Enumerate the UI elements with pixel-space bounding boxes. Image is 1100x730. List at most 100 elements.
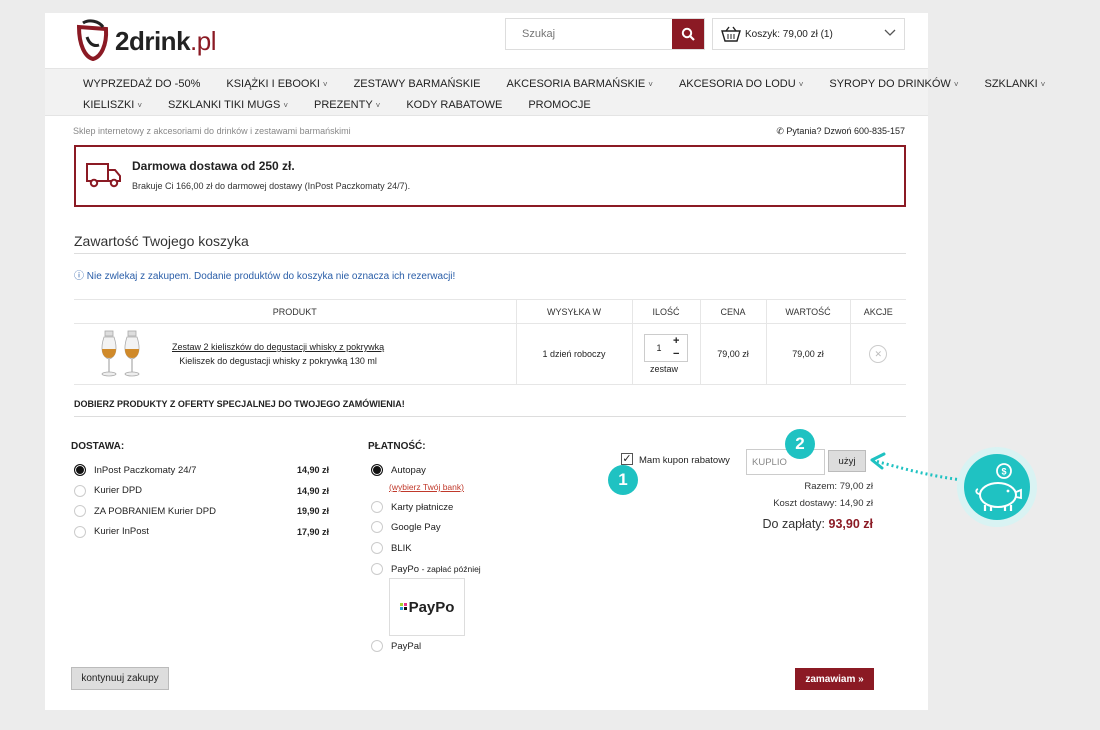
total-label: Do zapłaty:	[762, 517, 826, 531]
radio-button[interactable]	[371, 542, 383, 554]
radio-button[interactable]	[371, 464, 383, 476]
remove-item-icon[interactable]: ✕	[869, 345, 888, 363]
radio-button[interactable]	[74, 464, 86, 476]
delivery-option[interactable]: InPost Paczkomaty 24/7	[74, 464, 196, 476]
nav-item-label: WYPRZEDAŻ DO -50%	[83, 77, 201, 90]
payment-option-paypo[interactable]: PayPo - zapłać później	[371, 563, 481, 575]
main-nav: WYPRZEDAŻ DO -50% KSIĄŻKI I EBOOKI ˅ ZESTAW…	[45, 68, 1045, 116]
place-order-button[interactable]: zamawiam »	[795, 668, 874, 690]
col-header-product: PRODUKT	[74, 299, 516, 324]
radio-button[interactable]	[74, 505, 86, 517]
delivery-option-label: Kurier InPost	[94, 526, 149, 537]
radio-button[interactable]	[74, 525, 86, 538]
chevron-down-icon: ˅	[283, 100, 288, 110]
table-row: Zestaw 2 kieliszków do degustacji whisky…	[74, 323, 906, 385]
free-shipping-subtitle: Brakuje Ci 166,00 zł do darmowej dostawy…	[132, 181, 411, 191]
payment-title: PŁATNOŚĆ:	[368, 441, 426, 452]
qty-decrease-button[interactable]: −	[673, 348, 687, 361]
divider	[74, 253, 906, 254]
nav-item[interactable]: ZESTAWY BARMAŃSKIE	[354, 78, 481, 90]
basket-icon	[721, 26, 741, 42]
product-thumbnail[interactable]	[96, 329, 146, 379]
actions-cell: ✕	[849, 323, 906, 385]
chevron-down-icon: ˅	[322, 79, 328, 89]
annotation-badge-1: 1	[608, 465, 638, 495]
delivery-option[interactable]: Kurier DPD	[74, 484, 142, 497]
nav-item[interactable]: KODY RABATOWE	[406, 99, 502, 111]
svg-text:$: $	[1001, 467, 1006, 477]
coupon-checkbox[interactable]: ✓	[621, 453, 633, 465]
nav-item[interactable]: PREZENTY ˅	[314, 99, 380, 111]
logo-text: 2drink	[115, 25, 191, 56]
delivery-option-price: 14,90 zł	[297, 465, 330, 475]
cart-table: PRODUKT WYSYŁKA W ILOŚĆ CENA WARTOŚĆ AKC…	[74, 299, 906, 385]
nav-item[interactable]: WYPRZEDAŻ DO -50%	[83, 78, 200, 90]
nav-item-label: SYROPY DO DRINKÓW	[829, 77, 951, 90]
quantity-input[interactable]: 1	[645, 335, 673, 361]
nav-item-label: KODY RABATOWE	[406, 98, 503, 111]
shipping-cost: Koszt dostawy: 14,90 zł	[773, 498, 873, 509]
logo-mark-icon	[76, 19, 109, 62]
nav-item[interactable]: KIELISZKI ˅	[83, 99, 142, 111]
qty-increase-button[interactable]: +	[673, 335, 687, 348]
payment-label: BLIK	[391, 542, 412, 554]
nav-item[interactable]: AKCESORIA DO LODU ˅	[679, 78, 803, 90]
payment-option-autopay[interactable]: Autopay	[371, 464, 426, 476]
col-header-value: WARTOŚĆ	[765, 299, 850, 324]
phone-info: ✆ Pytania? Dzwoń 600-835-157	[776, 126, 905, 137]
site-logo[interactable]: 2drink.pl	[73, 17, 216, 65]
payment-option-paypal[interactable]: PayPal	[371, 640, 421, 652]
annotation-badge-2: 2	[785, 429, 815, 459]
radio-button[interactable]	[371, 501, 383, 513]
payment-label: PayPal	[391, 640, 422, 652]
paypo-logo-text: PayPo	[408, 598, 455, 616]
product-name-link[interactable]: Zestaw 2 kieliszków do degustacji whisky…	[172, 340, 384, 354]
paypo-logo: PayPo	[389, 578, 465, 636]
col-header-actions: AKCJE	[849, 299, 906, 324]
cart-title: Zawartość Twojego koszyka	[74, 233, 249, 249]
delivery-option[interactable]: ZA POBRANIEM Kurier DPD	[74, 505, 216, 517]
nav-item[interactable]: PROMOCJE	[528, 99, 590, 111]
payment-option-cards[interactable]: Karty płatnicze	[371, 501, 453, 513]
nav-item[interactable]: SYROPY DO DRINKÓW ˅	[829, 78, 958, 90]
search-input[interactable]	[506, 19, 672, 49]
nav-row-1: WYPRZEDAŻ DO -50% KSIĄŻKI I EBOOKI ˅ ZESTAW…	[83, 73, 1045, 94]
radio-button[interactable]	[371, 640, 383, 652]
total-value: 93,90 zł	[828, 517, 873, 531]
free-shipping-title: Darmowa dostawa od 250 zł.	[132, 159, 295, 173]
info-message: ⓘ Nie zwlekaj z zakupem. Dodanie produkt…	[74, 267, 455, 282]
chevron-down-icon: ˅	[648, 79, 653, 89]
free-shipping-banner: Darmowa dostawa od 250 zł. Brakuje Ci 16…	[74, 145, 906, 207]
radio-button[interactable]	[74, 484, 86, 497]
choose-bank-link[interactable]: (wybierz Twój bank)	[389, 482, 464, 492]
truck-icon	[86, 163, 121, 188]
page-container: 2drink.pl Koszyk: 79,00 zł (1) WYPRZEDAŻ…	[45, 13, 1045, 710]
payment-option-gpay[interactable]: Google Pay	[371, 521, 441, 533]
special-offer-title: DOBIERZ PRODUKTY Z OFERTY SPECJALNEJ DO …	[74, 399, 405, 409]
delivery-option[interactable]: Kurier InPost	[74, 525, 149, 538]
payment-option-blik[interactable]: BLIK	[371, 542, 412, 554]
payment-label: Autopay	[391, 464, 426, 476]
nav-item[interactable]: KSIĄŻKI I EBOOKI ˅	[226, 78, 327, 90]
coupon-input[interactable]	[746, 449, 825, 475]
apply-coupon-button[interactable]: użyj	[828, 450, 866, 472]
delivery-option-price: 17,90 zł	[297, 526, 330, 537]
payment-label: Karty płatnicze	[391, 501, 454, 513]
delivery-option-price: 19,90 zł	[297, 506, 330, 516]
continue-shopping-button[interactable]: kontynuuj zakupy	[71, 667, 169, 690]
search-icon	[681, 27, 695, 41]
nav-item[interactable]: AKCESORIA BARMAŃSKIE ˅	[507, 78, 653, 90]
info-icon: ⓘ	[74, 271, 84, 282]
coupon-label: Mam kupon rabatowy	[639, 455, 730, 466]
cart-dropdown[interactable]: Koszyk: 79,00 zł (1)	[712, 18, 905, 50]
chevron-down-icon: ˅	[375, 100, 381, 110]
radio-button[interactable]	[371, 521, 383, 533]
search-button[interactable]	[672, 19, 704, 49]
nav-item[interactable]: SZKLANKI TIKI MUGS ˅	[168, 99, 288, 111]
nav-item-label: AKCESORIA BARMAŃSKIE	[506, 77, 646, 90]
phone-icon: ✆	[776, 126, 784, 136]
nav-item-label: KIELISZKI	[83, 98, 135, 111]
delivery-option-label: ZA POBRANIEM Kurier DPD	[94, 505, 216, 517]
nav-item[interactable]: SZKLANKI ˅	[984, 78, 1045, 90]
radio-button[interactable]	[371, 563, 383, 575]
